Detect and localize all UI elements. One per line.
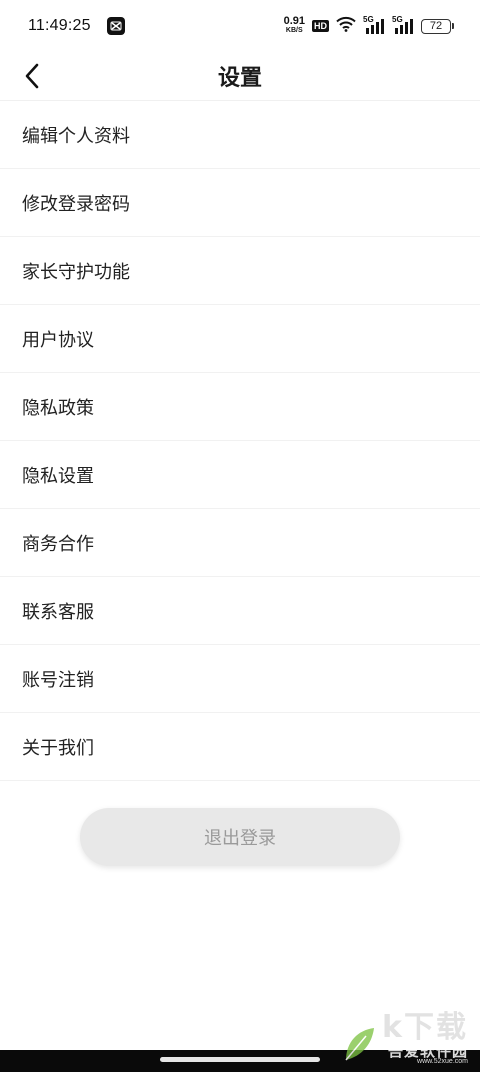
page-title: 设置 <box>217 66 262 91</box>
menu-item-label: 商务合作 <box>22 533 94 555</box>
status-time: 11:49:25 <box>28 17 91 34</box>
wifi-icon <box>336 16 356 36</box>
hd-voice-icon: HD <box>312 20 329 32</box>
battery-level: 72 <box>421 18 451 34</box>
network-speed-value: 0.91 <box>283 15 305 27</box>
menu-item-customer-service[interactable]: 联系客服 <box>0 577 480 645</box>
network-speed: 0.91 KB/S <box>283 15 305 35</box>
watermark-url: www.52xue.com <box>417 1058 468 1065</box>
capcut-app-icon <box>106 17 125 35</box>
leaf-logo-icon <box>345 1028 374 1061</box>
menu-item-label: 家长守护功能 <box>22 261 130 283</box>
cellular-signal-icon: 5G <box>363 15 385 34</box>
logout-button[interactable]: 退出登录 <box>80 808 400 866</box>
menu-item-privacy-policy[interactable]: 隐私政策 <box>0 373 480 441</box>
network-speed-unit: KB/S <box>285 27 303 34</box>
menu-item-parental-guard[interactable]: 家长守护功能 <box>0 237 480 305</box>
menu-item-label: 隐私设置 <box>22 465 94 487</box>
menu-item-label: 账号注销 <box>22 669 94 691</box>
watermark: k下载 吾爱软件园 www.52xue.com <box>342 1002 474 1068</box>
menu-item-privacy-settings[interactable]: 隐私设置 <box>0 441 480 509</box>
menu-item-label: 用户协议 <box>22 329 94 351</box>
cellular-signal-icon: 5G <box>392 15 414 34</box>
status-indicators: 0.91 KB/S HD 5G 5G 72 <box>283 15 454 36</box>
menu-item-label: 联系客服 <box>22 601 94 623</box>
home-indicator[interactable] <box>160 1057 320 1062</box>
menu-item-about-us[interactable]: 关于我们 <box>0 713 480 781</box>
menu-item-user-agreement[interactable]: 用户协议 <box>0 305 480 373</box>
battery-tip <box>452 23 454 29</box>
menu-item-label: 关于我们 <box>22 737 94 759</box>
menu-item-label: 隐私政策 <box>22 397 94 419</box>
nav-bar: 设置 <box>0 52 480 100</box>
logout-label: 退出登录 <box>204 828 276 849</box>
menu-item-business-cooperation[interactable]: 商务合作 <box>0 509 480 577</box>
battery-icon: 72 <box>421 18 454 34</box>
settings-menu: 编辑个人资料 修改登录密码 家长守护功能 用户协议 隐私政策 隐私设置 商务合作… <box>0 101 480 781</box>
menu-item-label: 修改登录密码 <box>22 193 130 215</box>
menu-item-delete-account[interactable]: 账号注销 <box>0 645 480 713</box>
menu-item-change-password[interactable]: 修改登录密码 <box>0 169 480 237</box>
menu-item-edit-profile[interactable]: 编辑个人资料 <box>0 101 480 169</box>
status-bar: 11:49:25 0.91 KB/S HD 5G 5G 72 <box>0 0 480 52</box>
menu-item-label: 编辑个人资料 <box>22 125 130 147</box>
